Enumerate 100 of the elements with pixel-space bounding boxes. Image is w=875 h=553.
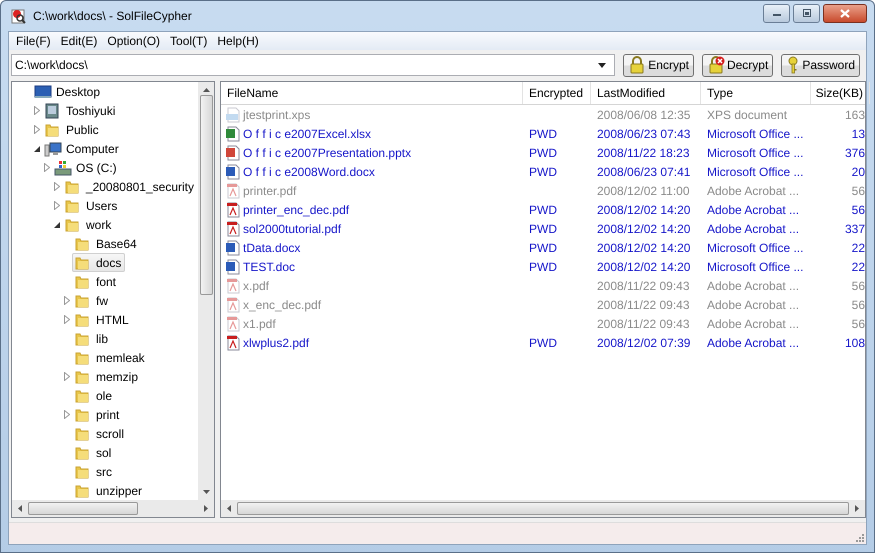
file-size: 56 bbox=[852, 202, 865, 216]
vertical-scrollbar[interactable] bbox=[198, 82, 214, 500]
tree-item[interactable]: OS (C:) bbox=[52, 158, 121, 177]
file-size: 22 bbox=[852, 240, 865, 254]
modified-date: 2008/11/22 18:23 bbox=[597, 146, 690, 160]
computer-icon bbox=[44, 140, 62, 156]
expanded-arrow-icon[interactable] bbox=[34, 146, 40, 152]
file-type: Microsoft Office ... bbox=[707, 146, 804, 160]
toolbar-button[interactable]: Encrypt bbox=[623, 54, 694, 76]
file-type: Adobe Acrobat ... bbox=[707, 336, 800, 350]
tree-item[interactable]: Computer bbox=[42, 139, 123, 158]
collapsed-arrow-icon[interactable] bbox=[64, 315, 70, 324]
close-button[interactable] bbox=[823, 4, 867, 22]
key-icon[interactable] bbox=[786, 56, 800, 74]
tree-item[interactable]: Base64 bbox=[72, 234, 141, 253]
address-field[interactable]: C:\work\docs\ bbox=[11, 54, 616, 76]
collapsed-arrow-icon[interactable] bbox=[54, 201, 60, 210]
scroll-right-icon[interactable] bbox=[855, 505, 859, 512]
file-name[interactable]: O f f i c e2008Word.docx bbox=[243, 164, 375, 178]
tree-item[interactable]: memzip bbox=[72, 367, 142, 386]
lock-icon[interactable] bbox=[628, 56, 646, 74]
tree-item[interactable]: _20080801_security bbox=[62, 177, 198, 196]
collapsed-arrow-icon[interactable] bbox=[54, 182, 60, 191]
minimize-button[interactable] bbox=[763, 4, 790, 22]
column-header[interactable]: Encrypted bbox=[523, 82, 591, 104]
resize-grip-icon[interactable] bbox=[854, 532, 864, 542]
horizontal-scrollbar[interactable] bbox=[12, 500, 214, 517]
toolbar-button[interactable]: Password bbox=[781, 54, 860, 76]
file-name[interactable]: xlwplus2.pdf bbox=[243, 336, 310, 350]
file-size: 56 bbox=[852, 298, 865, 312]
tree-item[interactable]: fw bbox=[72, 291, 112, 310]
file-type: Adobe Acrobat ... bbox=[707, 298, 800, 312]
collapsed-arrow-icon[interactable] bbox=[34, 106, 40, 115]
file-type: Adobe Acrobat ... bbox=[707, 278, 800, 292]
tree-item[interactable]: print bbox=[72, 405, 124, 424]
file-name[interactable]: TEST.doc bbox=[243, 260, 296, 274]
tree-item[interactable]: scroll bbox=[72, 424, 128, 443]
tree-item[interactable]: lib bbox=[72, 329, 112, 348]
scroll-right-icon[interactable] bbox=[204, 505, 208, 512]
collapsed-arrow-icon[interactable] bbox=[34, 125, 40, 134]
column-header[interactable]: Type bbox=[701, 82, 811, 104]
tree-item[interactable]: Public bbox=[42, 120, 103, 139]
expanded-arrow-icon[interactable] bbox=[54, 222, 60, 228]
tree-item[interactable]: Desktop bbox=[32, 82, 104, 101]
tree-item[interactable]: font bbox=[72, 272, 120, 291]
modified-date: 2008/11/22 09:43 bbox=[597, 298, 690, 312]
file-type: Microsoft Office ... bbox=[707, 126, 804, 140]
tree-item[interactable]: src bbox=[72, 462, 116, 481]
file-name[interactable]: tData.docx bbox=[243, 240, 300, 254]
tree-item[interactable]: docs bbox=[72, 253, 126, 272]
toolbar-button[interactable]: Decrypt bbox=[702, 54, 774, 76]
file-type: Microsoft Office ... bbox=[707, 260, 804, 274]
dropdown-icon[interactable] bbox=[598, 63, 606, 68]
column-header[interactable]: FileName bbox=[221, 82, 523, 104]
modified-date: 2008/12/02 14:20 bbox=[597, 260, 690, 274]
close-icon[interactable] bbox=[840, 8, 850, 18]
file-type: XPS document bbox=[707, 108, 788, 122]
lock-error-icon[interactable] bbox=[706, 56, 725, 74]
app-icon bbox=[11, 8, 27, 24]
tree-item[interactable]: unzipper bbox=[72, 481, 146, 500]
horizontal-scrollbar[interactable] bbox=[221, 500, 865, 517]
modified-date: 2008/12/02 07:39 bbox=[597, 336, 690, 350]
menu-item[interactable]: Edit(E) bbox=[58, 34, 106, 48]
scroll-left-icon[interactable] bbox=[227, 505, 231, 512]
tree-item[interactable]: sol bbox=[72, 443, 116, 462]
menu-item[interactable]: Tool(T) bbox=[168, 34, 216, 48]
file-name[interactable]: O f f i c e2007Presentation.pptx bbox=[243, 146, 412, 160]
menu-item[interactable]: File(F) bbox=[14, 34, 59, 48]
tree-item[interactable]: Users bbox=[62, 196, 122, 215]
file-name[interactable]: printer_enc_dec.pdf bbox=[243, 202, 350, 216]
file-size: 337 bbox=[844, 222, 865, 236]
encrypted-label: PWD bbox=[529, 126, 557, 140]
collapsed-arrow-icon[interactable] bbox=[64, 296, 70, 305]
maximize-icon[interactable] bbox=[802, 9, 812, 17]
file-type: Adobe Acrobat ... bbox=[707, 316, 800, 330]
scroll-up-icon[interactable] bbox=[202, 88, 210, 92]
modified-date: 2008/12/02 14:20 bbox=[597, 240, 690, 254]
tree-item[interactable]: HTML bbox=[72, 310, 133, 329]
tree-item[interactable]: Toshiyuki bbox=[42, 101, 120, 120]
file-type: Adobe Acrobat ... bbox=[707, 202, 800, 216]
maximize-button[interactable] bbox=[793, 4, 820, 22]
tree-item[interactable]: memleak bbox=[72, 348, 149, 367]
file-type: Microsoft Office ... bbox=[707, 164, 804, 178]
file-name[interactable]: sol2000tutorial.pdf bbox=[243, 222, 342, 236]
menu-item[interactable]: Help(H) bbox=[215, 34, 267, 48]
column-header[interactable]: Size(KB) bbox=[811, 82, 870, 104]
modified-date: 2008/12/02 14:20 bbox=[597, 202, 690, 216]
tree-item[interactable]: ole bbox=[72, 386, 116, 405]
scroll-left-icon[interactable] bbox=[18, 505, 22, 512]
scroll-down-icon[interactable] bbox=[202, 490, 210, 494]
file-size: 56 bbox=[852, 316, 865, 330]
tree-item[interactable]: work bbox=[62, 215, 116, 234]
collapsed-arrow-icon[interactable] bbox=[64, 410, 70, 419]
window-title: C:\work\docs\ - SolFileCypher bbox=[33, 9, 192, 23]
file-name[interactable]: O f f i c e2007Excel.xlsx bbox=[243, 126, 372, 140]
column-header[interactable]: LastModified bbox=[591, 82, 701, 104]
drive-icon bbox=[54, 160, 72, 176]
collapsed-arrow-icon[interactable] bbox=[64, 372, 70, 381]
collapsed-arrow-icon[interactable] bbox=[44, 163, 50, 172]
menu-item[interactable]: Option(O) bbox=[105, 34, 168, 48]
